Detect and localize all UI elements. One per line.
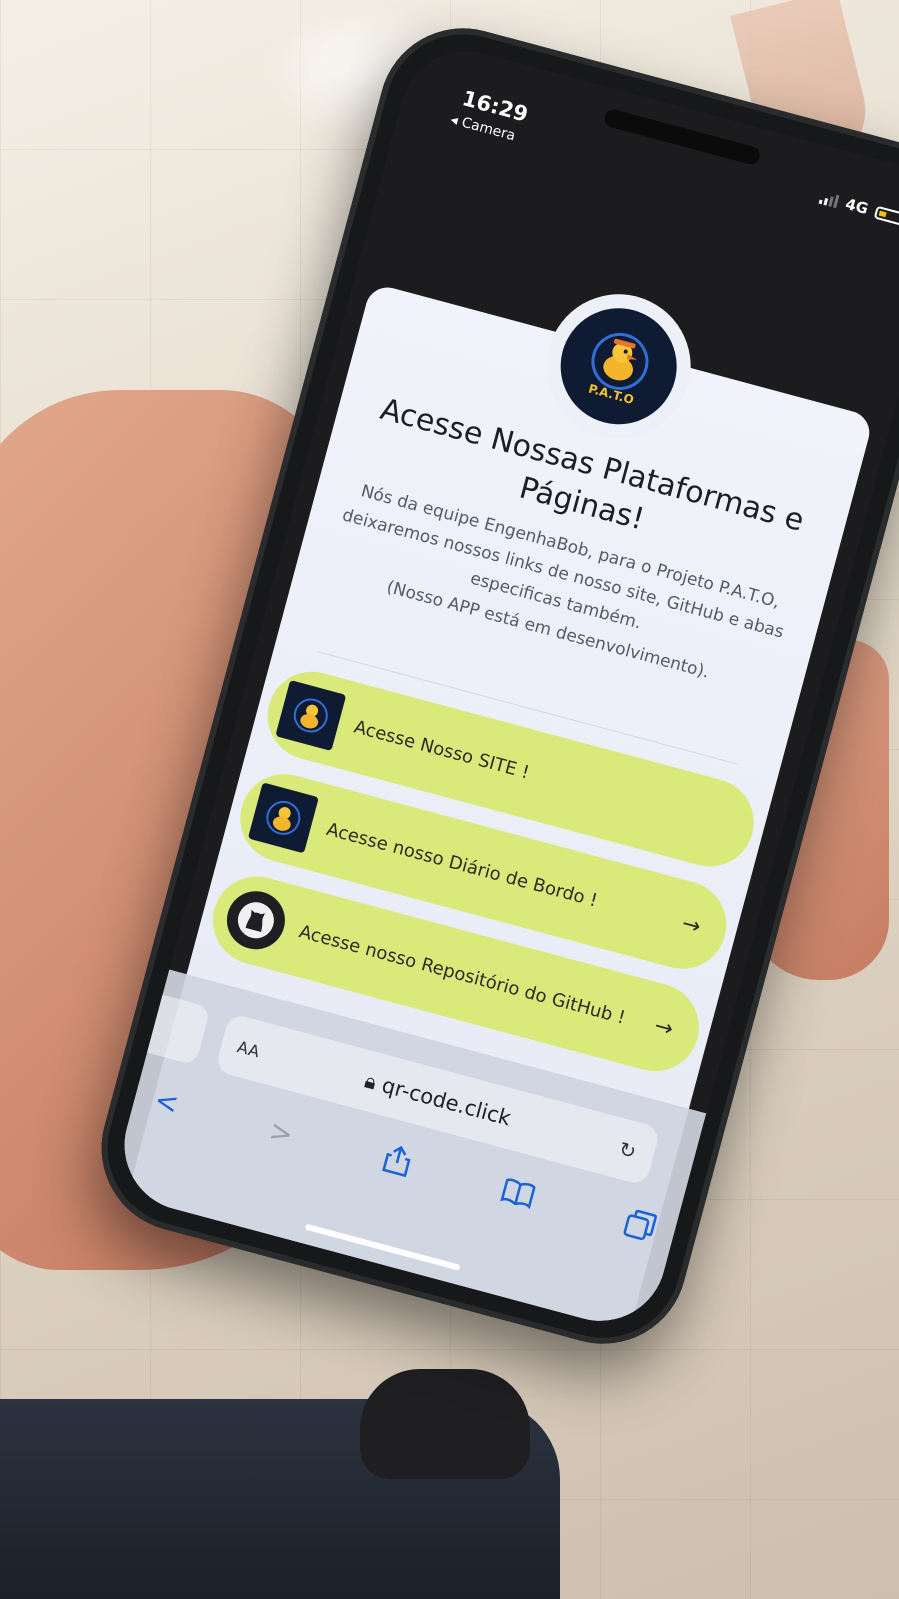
back-button[interactable]: < <box>151 1083 182 1121</box>
github-icon <box>220 884 292 956</box>
url-value: qr-code.click <box>379 1072 514 1130</box>
forward-button[interactable]: > <box>266 1114 297 1152</box>
bookmarks-icon[interactable] <box>498 1176 537 1216</box>
share-icon[interactable] <box>380 1142 415 1184</box>
dynamic-notch <box>602 107 762 167</box>
pato-logo: P.A.T.O <box>547 295 690 438</box>
phone-screen: 16:29 ◂ Camera 4G P.A.T.O Acesse Nossas … <box>109 36 899 1336</box>
battery-icon <box>873 205 899 226</box>
photo-scene: 16:29 ◂ Camera 4G P.A.T.O Acesse Nossas … <box>0 0 899 1599</box>
status-indicators: 4G <box>818 188 899 228</box>
pato-logo-icon <box>275 679 347 752</box>
logbook-link-label: Acesse nosso Diário de Bordo ! <box>324 818 600 912</box>
shoe <box>360 1369 530 1479</box>
signal-icon <box>818 191 840 208</box>
previous-tab-preview[interactable] <box>127 989 211 1066</box>
arrow-right-icon: → <box>651 1013 676 1043</box>
arrow-right-icon: → <box>679 911 704 941</box>
tabs-icon[interactable] <box>620 1207 659 1251</box>
home-indicator[interactable] <box>304 1223 461 1271</box>
network-label: 4G <box>843 194 871 219</box>
site-link-label: Acesse Nosso SITE ! <box>351 716 532 784</box>
pato-logo-icon <box>247 782 319 854</box>
